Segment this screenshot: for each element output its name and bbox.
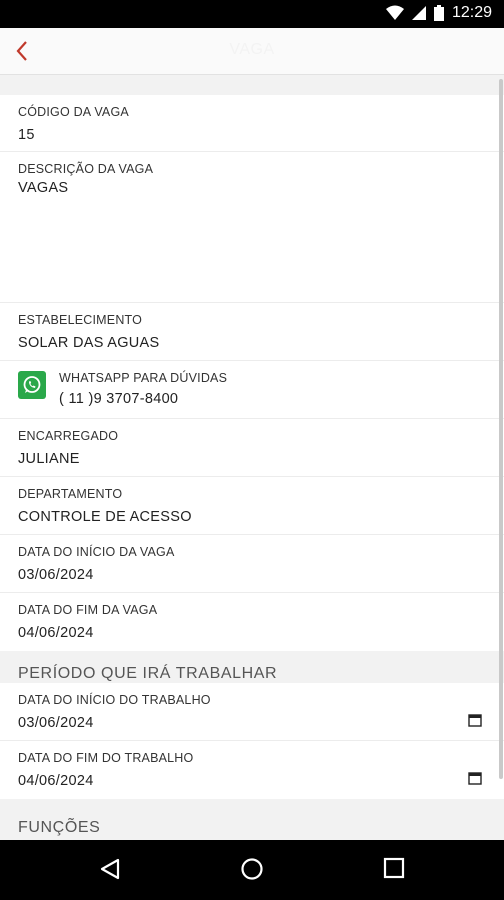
scrollbar[interactable] (499, 79, 503, 779)
job-start-value: 03/06/2024 (18, 567, 94, 583)
work-start-label: DATA DO INÍCIO DO TRABALHO (18, 693, 211, 707)
manager-label: ENCARREGADO (18, 429, 119, 443)
battery-icon (433, 5, 444, 21)
whatsapp-number[interactable]: ( 11 )9 3707-8400 (59, 391, 486, 407)
calendar-icon[interactable] (468, 713, 482, 727)
page-title: VAGA (229, 41, 275, 58)
whatsapp-icon[interactable] (18, 371, 46, 399)
navigation-bar (0, 840, 504, 900)
nav-home-icon[interactable] (240, 857, 264, 881)
app-bar: VAGA (0, 28, 504, 75)
job-code-row: CÓDIGO DA VAGA 15 (0, 95, 504, 152)
work-period-title: PERÍODO QUE IRÁ TRABALHAR (0, 665, 504, 683)
status-bar: 12:29 (0, 0, 504, 28)
job-description-label: DESCRIÇÃO DA VAGA (18, 162, 154, 176)
work-end-row[interactable]: DATA DO FIM DO TRABALHO 04/06/2024 (0, 741, 504, 799)
department-label: DEPARTAMENTO (18, 487, 123, 501)
signal-icon (411, 6, 426, 20)
establishment-row: ESTABELECIMENTO SOLAR DAS AGUAS (0, 303, 504, 361)
work-end-label: DATA DO FIM DO TRABALHO (18, 751, 194, 765)
whatsapp-label: WHATSAPP PARA DÚVIDAS (59, 371, 228, 385)
job-code-value: 15 (18, 127, 35, 143)
job-start-row: DATA DO INÍCIO DA VAGA 03/06/2024 (0, 535, 504, 593)
status-time: 12:29 (451, 4, 492, 21)
nav-recents-icon[interactable] (383, 857, 405, 879)
work-start-row[interactable]: DATA DO INÍCIO DO TRABALHO 03/06/2024 (0, 683, 504, 741)
nav-back-icon[interactable] (98, 857, 122, 881)
job-end-label: DATA DO FIM DA VAGA (18, 603, 158, 617)
functions-title: FUNÇÕES (0, 813, 504, 840)
department-row: DEPARTAMENTO CONTROLE DE ACESSO (0, 477, 504, 535)
manager-row: ENCARREGADO JULIANE (0, 419, 504, 477)
job-details-scroll[interactable]: CÓDIGO DA VAGA 15 DESCRIÇÃO DA VAGA VAGA… (0, 75, 504, 840)
manager-value: JULIANE (18, 451, 80, 467)
calendar-icon[interactable] (468, 771, 482, 785)
establishment-value: SOLAR DAS AGUAS (18, 335, 160, 351)
job-start-label: DATA DO INÍCIO DA VAGA (18, 545, 175, 559)
work-end-input[interactable]: 04/06/2024 (18, 773, 486, 789)
job-description-value: VAGAS (18, 180, 69, 196)
work-period-card: DATA DO INÍCIO DO TRABALHO 03/06/2024 DA… (0, 683, 504, 799)
job-description-row: DESCRIÇÃO DA VAGA VAGAS (0, 152, 504, 303)
department-value: CONTROLE DE ACESSO (18, 509, 192, 525)
work-start-input[interactable]: 03/06/2024 (18, 715, 486, 731)
job-details-card: CÓDIGO DA VAGA 15 DESCRIÇÃO DA VAGA VAGA… (0, 95, 504, 651)
job-code-label: CÓDIGO DA VAGA (18, 105, 129, 119)
whatsapp-row[interactable]: WHATSAPP PARA DÚVIDAS ( 11 )9 3707-8400 (0, 361, 504, 419)
job-end-value: 04/06/2024 (18, 625, 94, 641)
wifi-icon (385, 5, 404, 20)
establishment-label: ESTABELECIMENTO (18, 313, 143, 327)
job-end-row: DATA DO FIM DA VAGA 04/06/2024 (0, 593, 504, 651)
